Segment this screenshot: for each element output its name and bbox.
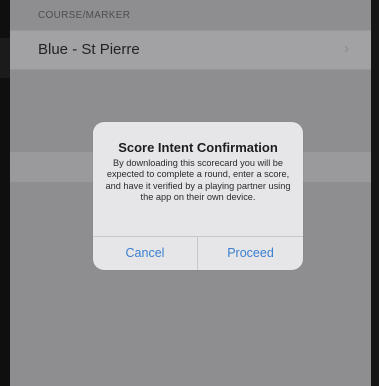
section-header-label: COURSE/MARKER: [38, 10, 131, 21]
phone-screenshot: COURSE/MARKER Blue - St Pierre › Score I…: [0, 0, 379, 386]
proceed-button[interactable]: Proceed: [198, 237, 303, 270]
section-header: COURSE/MARKER: [10, 0, 371, 30]
app-screen: COURSE/MARKER Blue - St Pierre › Score I…: [10, 0, 371, 386]
chevron-right-icon: ›: [344, 40, 349, 57]
alert-title: Score Intent Confirmation: [118, 140, 278, 155]
course-marker-row[interactable]: Blue - St Pierre ›: [10, 30, 371, 70]
device-bezel-right: [371, 0, 379, 386]
alert-message: By downloading this scorecard you will b…: [105, 158, 291, 203]
cancel-button[interactable]: Cancel: [93, 237, 197, 270]
score-intent-alert: Score Intent Confirmation By downloading…: [93, 122, 303, 270]
course-marker-label: Blue - St Pierre: [38, 41, 140, 58]
